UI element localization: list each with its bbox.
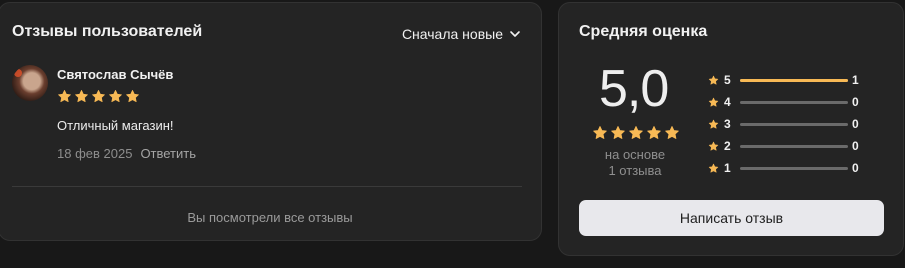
review-author[interactable]: Святослав Сычёв: [57, 67, 173, 82]
distribution-level: 1: [724, 161, 731, 175]
reviews-card: Отзывы пользователей Сначала новые Свято…: [0, 2, 542, 241]
based-on-line2: 1 отзыва: [608, 163, 662, 178]
rating-card: Средняя оценка 5,0 на основе 1 отзыва 51…: [558, 2, 904, 256]
distribution-row-4: 40: [708, 91, 868, 113]
distribution-count: 0: [852, 95, 859, 109]
distribution-row-5: 51: [708, 69, 868, 91]
review-text: Отличный магазин!: [57, 118, 174, 133]
distribution-bar: [740, 166, 848, 170]
reviews-title: Отзывы пользователей: [12, 23, 203, 40]
sort-dropdown[interactable]: Сначала новые: [402, 26, 521, 42]
distribution-count: 1: [852, 73, 859, 87]
distribution-row-1: 10: [708, 157, 868, 179]
distribution-count: 0: [852, 161, 859, 175]
star-icon: [109, 90, 122, 103]
divider: [12, 186, 522, 187]
star-icon: [593, 126, 607, 139]
star-icon: [126, 90, 139, 103]
based-on-text: на основе 1 отзыва: [589, 147, 681, 179]
based-on-line1: на основе: [604, 147, 666, 162]
avatar[interactable]: [12, 65, 48, 101]
distribution-level: 5: [724, 73, 731, 87]
reply-button[interactable]: Ответить: [140, 146, 196, 161]
distribution-count: 0: [852, 139, 859, 153]
star-icon: [629, 126, 643, 139]
distribution-level: 4: [724, 95, 731, 109]
distribution-count: 0: [852, 117, 859, 131]
review-meta: 18 фев 2025 Ответить: [57, 146, 196, 161]
distribution-bar: [740, 122, 848, 126]
write-review-button[interactable]: Написать отзыв: [579, 200, 884, 236]
distribution-bar-fill: [740, 78, 848, 82]
average-score: 5,0: [599, 60, 669, 118]
star-icon: [665, 126, 679, 139]
star-icon: [75, 90, 88, 103]
chevron-down-icon: [510, 31, 520, 37]
review-stars: [57, 89, 140, 104]
star-icon: [92, 90, 105, 103]
distribution-level: 2: [724, 139, 731, 153]
star-icon: [647, 126, 661, 139]
distribution-row-2: 20: [708, 135, 868, 157]
star-icon: [611, 126, 625, 139]
star-icon: [708, 97, 719, 107]
star-icon: [708, 141, 719, 151]
rating-title: Средняя оценка: [579, 23, 708, 40]
star-icon: [708, 119, 719, 129]
distribution-row-3: 30: [708, 113, 868, 135]
average-stars: [592, 125, 680, 141]
sort-label: Сначала новые: [401, 26, 503, 42]
star-icon: [58, 90, 71, 103]
star-icon: [708, 75, 719, 85]
distribution-bar: [740, 144, 848, 148]
distribution-level: 3: [724, 117, 731, 131]
rating-distribution: 5140302010: [708, 69, 868, 179]
all-reviews-seen-text: Вы посмотрели все отзывы: [187, 210, 353, 225]
star-icon: [708, 163, 719, 173]
review-date: 18 фев 2025: [57, 146, 133, 161]
distribution-bar: [740, 78, 848, 82]
distribution-bar: [740, 100, 848, 104]
